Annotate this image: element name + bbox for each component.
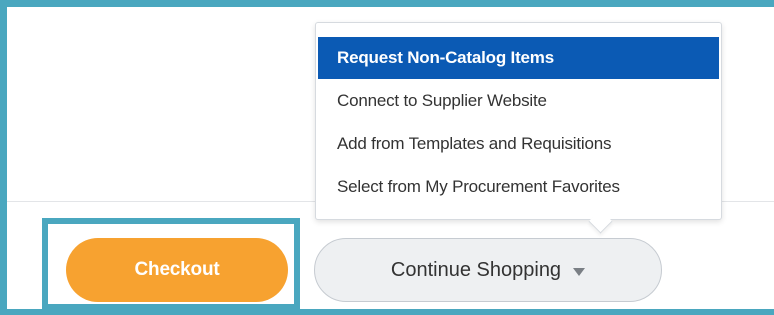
menu-item-request-non-catalog-items[interactable]: Request Non-Catalog Items	[318, 37, 719, 79]
continue-shopping-menu: Request Non-Catalog Items Connect to Sup…	[315, 22, 722, 220]
checkout-button[interactable]: Checkout	[66, 238, 288, 302]
continue-shopping-button[interactable]: Continue Shopping	[314, 238, 662, 302]
menu-item-select-from-favorites[interactable]: Select from My Procurement Favorites	[318, 165, 719, 208]
menu-item-add-from-templates[interactable]: Add from Templates and Requisitions	[318, 122, 719, 165]
menu-item-connect-to-supplier-website[interactable]: Connect to Supplier Website	[318, 79, 719, 122]
caret-down-icon	[573, 267, 586, 276]
continue-shopping-label: Continue Shopping	[390, 258, 562, 281]
